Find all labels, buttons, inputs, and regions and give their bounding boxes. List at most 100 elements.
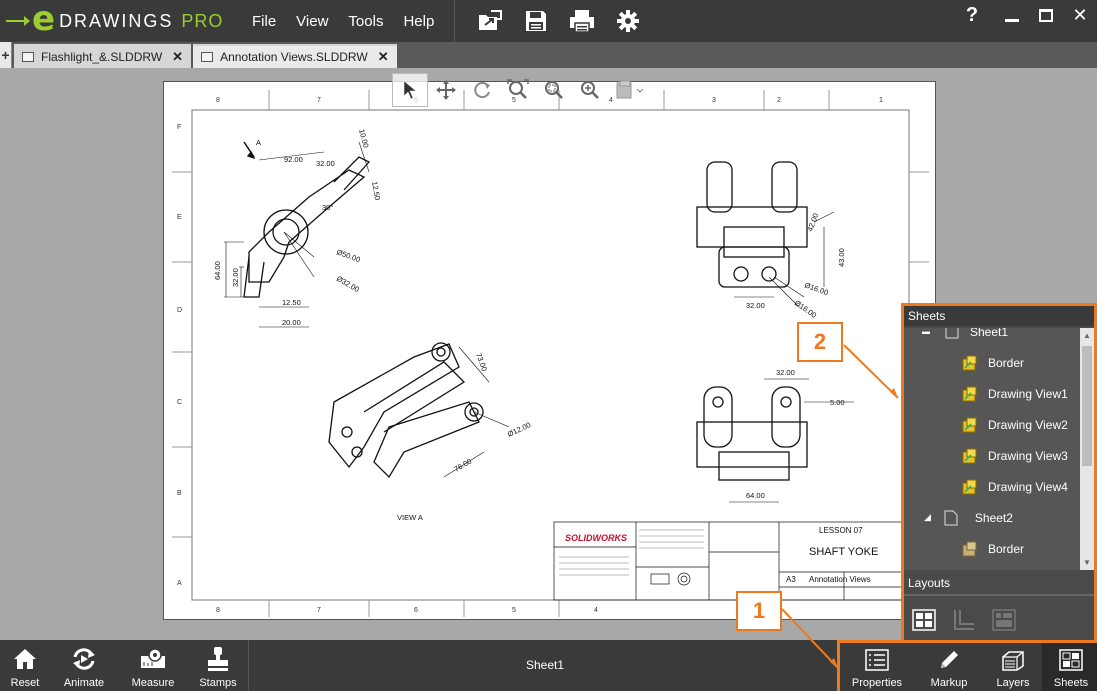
zone-label-left: A	[177, 580, 182, 587]
zone-label-bottom: 6	[414, 607, 418, 614]
rotate-icon[interactable]	[464, 73, 500, 107]
sheet-icon	[944, 328, 960, 340]
tool-label: Layers	[996, 677, 1030, 689]
scroll-up-icon[interactable]: ▲	[1083, 331, 1091, 340]
print-icon[interactable]	[559, 0, 605, 42]
view-a-label: VIEW A	[397, 513, 423, 522]
tree-item-drawing-view2[interactable]: Drawing View2	[904, 409, 1080, 440]
layout-tiles-icon[interactable]	[904, 602, 944, 638]
tree-item-border-sheet2[interactable]: Border	[904, 533, 1080, 564]
tree-item-label: Drawing View3	[988, 448, 1068, 463]
layouts-header: Layouts	[904, 572, 1094, 596]
layout-grid-icon[interactable]	[984, 602, 1024, 638]
home-icon	[11, 644, 39, 674]
menu-help[interactable]: Help	[403, 13, 434, 30]
stamps-button[interactable]: Stamps	[196, 640, 240, 691]
tree-item-border[interactable]: Border	[904, 347, 1080, 378]
zone-label-top: 2	[777, 97, 781, 104]
pan-icon[interactable]	[428, 73, 464, 107]
zone-label-left: E	[177, 214, 182, 221]
app-logo: e DRAWINGS PRO	[0, 0, 240, 42]
logo-edition: PRO	[181, 10, 224, 31]
reset-button[interactable]: Reset	[8, 640, 42, 691]
menu-view[interactable]: View	[296, 13, 328, 30]
zone-label-bottom: 4	[594, 607, 598, 614]
zoom-to-fit-icon[interactable]	[500, 73, 536, 107]
settings-gear-icon[interactable]	[605, 0, 651, 42]
animate-button[interactable]: Animate	[62, 640, 106, 691]
sheets-panel-header: Sheets	[904, 306, 1094, 326]
tree-item-drawing-view3[interactable]: Drawing View3	[904, 440, 1080, 471]
tab-flashlight[interactable]: Flashlight_&.SLDDRW ✕	[14, 44, 192, 68]
callout-1: 1	[736, 591, 782, 631]
logo-arrow-icon	[6, 16, 30, 26]
dimension-label: 12.50	[282, 298, 301, 307]
new-tab-button[interactable]: +	[0, 42, 12, 68]
tree-item-drawing-view1[interactable]: Drawing View1	[904, 378, 1080, 409]
window-controls: ? ✕	[955, 0, 1097, 32]
tree-item-drawing-view4[interactable]: Drawing View4	[904, 471, 1080, 502]
zone-label-top: 1	[879, 97, 883, 104]
zone-label-top: 7	[317, 97, 321, 104]
minimize-icon	[1005, 18, 1019, 22]
layout-buttons	[904, 602, 1024, 638]
drawing-view-icon	[962, 417, 978, 433]
select-arrow-icon[interactable]	[392, 73, 428, 107]
layers-button[interactable]: Layers	[981, 643, 1045, 691]
tree-item-label: Drawing View1	[988, 386, 1068, 401]
help-button[interactable]: ?	[955, 0, 989, 30]
tree-scrollbar[interactable]: ▲ ▼	[1080, 328, 1094, 570]
dimension-label: Ø50.00	[335, 247, 361, 264]
zone-label-top: 8	[216, 97, 220, 104]
display-mode-icon[interactable]	[608, 73, 652, 107]
open-icon[interactable]	[467, 0, 513, 42]
properties-button[interactable]: Properties	[845, 643, 909, 691]
dimension-label: 64.00	[746, 491, 765, 500]
menu-tools[interactable]: Tools	[348, 13, 383, 30]
dimension-label: Ø32.00	[335, 274, 361, 294]
tool-label: Animate	[63, 677, 105, 689]
dimension-label: 30°	[322, 203, 333, 212]
drawing-name: Annotation Views	[809, 575, 871, 584]
zone-label-left: F	[177, 124, 181, 131]
maximize-icon	[1039, 8, 1053, 22]
collapse-icon: ▬	[922, 328, 930, 336]
close-tab-icon[interactable]: ✕	[172, 49, 183, 65]
scrollbar-thumb[interactable]	[1082, 346, 1092, 466]
tree-item-sheet2[interactable]: ◢ Sheet2	[904, 502, 1080, 533]
scroll-down-icon[interactable]: ▼	[1083, 558, 1091, 567]
minimize-button[interactable]	[995, 0, 1029, 30]
tree-item-sheet1[interactable]: ▬ Sheet1	[904, 328, 1080, 347]
tool-label: Properties	[851, 677, 903, 689]
dimension-label: 73.00	[474, 352, 489, 373]
menu-separator	[454, 0, 456, 42]
sheet-icon	[943, 510, 959, 526]
logo-wordmark: DRAWINGS	[59, 10, 174, 31]
drawing-view-icon	[962, 448, 978, 464]
layout-l-icon[interactable]	[944, 602, 984, 638]
markup-button[interactable]: Markup	[917, 643, 981, 691]
sheets-button[interactable]: Sheets	[1042, 643, 1097, 691]
zoom-in-out-icon[interactable]	[572, 73, 608, 107]
dimension-label: 64.00	[213, 261, 222, 280]
properties-icon	[865, 646, 889, 674]
tree-item-label: Border	[988, 541, 1025, 556]
tree-item-label: Sheet2	[974, 510, 1013, 525]
document-icon	[22, 52, 34, 62]
maximize-button[interactable]	[1029, 0, 1063, 30]
close-window-button[interactable]: ✕	[1063, 0, 1097, 30]
measure-button[interactable]: Measure	[130, 640, 176, 691]
zone-label-bottom: 5	[512, 607, 516, 614]
save-icon[interactable]	[513, 0, 559, 42]
zone-label-left: C	[177, 399, 182, 406]
dimension-label: 92.00	[284, 155, 303, 164]
tool-label: Sheets	[1053, 677, 1089, 689]
menu-bar: File View Tools Help	[252, 13, 454, 30]
zoom-area-icon[interactable]	[536, 73, 572, 107]
view-toolbar	[392, 72, 652, 108]
tab-annotation-views[interactable]: Annotation Views.SLDDRW ✕	[193, 44, 397, 68]
menu-file[interactable]: File	[252, 13, 276, 30]
stamp-icon	[204, 644, 232, 674]
close-tab-icon[interactable]: ✕	[378, 49, 389, 65]
bottom-toolbar: Reset Animate Measure Stamps Sheet1 Prop…	[0, 640, 1097, 691]
